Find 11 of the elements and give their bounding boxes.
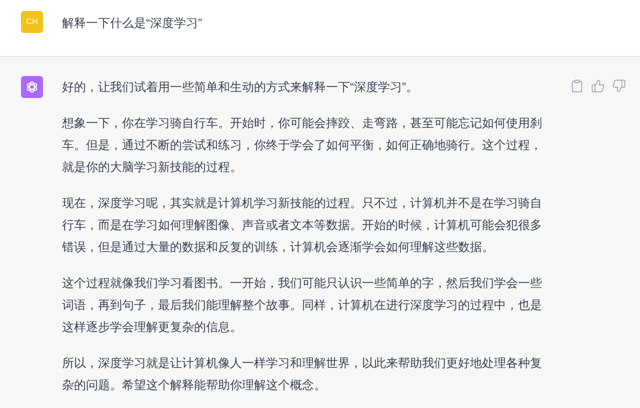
message-paragraph: 所以，深度学习就是让计算机像人一样学习和理解世界，以此来帮助我们更好地处理各种复杂的问题。希望这个解释能帮助你理解这个概念。 — [62, 355, 543, 394]
copy-icon[interactable] — [570, 79, 584, 93]
message-paragraph: 现在，深度学习呢，其实就是计算机学习新技能的过程。只不过，计算机并不是在学习骑自行车，而是在学习如何理解图像、声音或者文本等数据。开始的时候，计算机可能会犯很多错误，但是通过大量的数据和反复的训练，计算机会逐渐学会如何理解这些数据。 — [62, 195, 543, 256]
user-avatar: CH — [21, 11, 43, 33]
message-text: 解释一下什么是“深度学习” — [62, 15, 202, 32]
message-paragraph: 好的，让我们试着用一些简单和生动的方式来解释一下“深度学习”。 — [62, 79, 419, 96]
message-paragraph: 想象一下，你在学习骑自行车。开始时，你可能会摔跤、走弯路，甚至可能忘记如何使用刹车。但是，通过不断的尝试和练习，你终于学会了如何平衡，如何正确地骑行。这个过程，就是你的大脑学习新技能的过程。 — [62, 115, 543, 176]
thumbs-down-icon[interactable] — [612, 79, 626, 93]
thumbs-up-icon[interactable] — [591, 79, 605, 93]
message-paragraph: 这个过程就像我们学习看图书。一开始，我们可能只认识一些简单的字，然后我们学会一些词语，再到句子，最后我们能理解整个故事。同样，计算机在进行深度学习的过程中，也是这样逐步学会理解更复杂的信息。 — [62, 275, 543, 336]
knot-logo-icon — [25, 80, 39, 94]
